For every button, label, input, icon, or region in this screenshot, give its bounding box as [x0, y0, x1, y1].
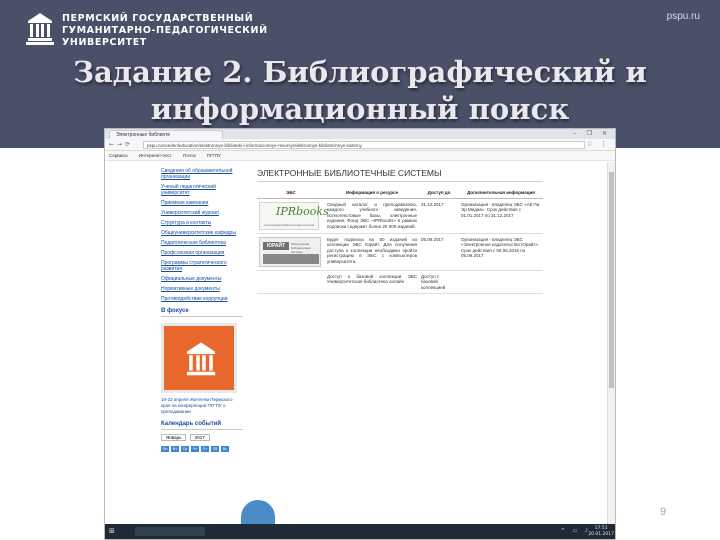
calendar-heading: Календарь событий [161, 421, 243, 430]
weekday-cell: Вс [221, 446, 229, 452]
windows-taskbar: ⊞ ^ ▭ ♪ 17:51 20.01.2017 [105, 524, 615, 539]
university-name-line: УНИВЕРСИТЕТ [62, 37, 147, 48]
focus-news-link[interactable]: 19-23 апреля Жителям Пермского края на к… [161, 397, 243, 415]
access-cell: 05.06.2017 [419, 233, 459, 271]
weekday-cell: Вт [171, 446, 179, 452]
table-row: ЮРАЙТ Электронная библиотечная система Б… [257, 233, 543, 271]
weekday-cell: Пн [161, 446, 169, 452]
table-row: IPRbooks электронная библиотечная систем… [257, 198, 543, 234]
slide-header: ПЕРМСКИЙ ГОСУДАРСТВЕННЫЙ ГУМАНИТАРНО-ПЕД… [0, 0, 720, 148]
sidebar-link[interactable]: Приемная кампания [161, 200, 243, 206]
taskbar-search[interactable] [135, 527, 205, 536]
browser-tab-bar: Электронные библиоте – ❐ ✕ [105, 129, 615, 139]
university-emblem-icon [186, 342, 216, 376]
start-button-icon[interactable]: ⊞ [109, 527, 121, 535]
sidebar-link[interactable]: Официальные документы [161, 276, 243, 282]
browser-menu-icon[interactable]: ⋮ [600, 140, 607, 148]
page-title: ЭЛЕКТРОННЫЕ БИБЛИОТЕЧНЫЕ СИСТЕМЫ [257, 168, 543, 182]
address-bar-row: ←→⟳ pspu.ru/sveden/education/elektronnye… [105, 139, 615, 151]
university-name: ПЕРМСКИЙ ГОСУДАРСТВЕННЫЙ ГУМАНИТАРНО-ПЕД… [62, 13, 268, 49]
column-header: Информация о ресурсе [325, 188, 419, 199]
focus-heading: В фокусе [161, 308, 243, 317]
site-address: pspu.ru [666, 11, 700, 22]
browser-tab[interactable]: Электронные библиоте [109, 130, 223, 139]
window-controls[interactable]: – ❐ ✕ [574, 130, 611, 137]
month-select[interactable]: Январь [161, 434, 187, 441]
sidebar-link[interactable]: Ученый педагогический университет [161, 184, 243, 196]
university-name-line: ГУМАНИТАРНО-ПЕДАГОГИЧЕСКИЙ [62, 25, 268, 36]
bookmark-item[interactable]: Почта [183, 153, 196, 158]
table-row: Доступ к базовой коллекции ЭБС Университ… [257, 270, 543, 294]
url-field[interactable]: pspu.ru/sveden/education/elektronnye-bib… [143, 141, 585, 149]
extra-info-cell: Организация - владелец ЭБС «Ай Пи Эр Мед… [459, 198, 543, 234]
main-column: ЭЛЕКТРОННЫЕ БИБЛИОТЕЧНЫЕ СИСТЕМЫ ЭБС Инф… [257, 168, 543, 294]
taskbar-clock[interactable]: 17:51 20.01.2017 [588, 526, 614, 537]
sidebar-link[interactable]: Общеуниверситетские кафедры [161, 230, 243, 236]
bookmark-item[interactable]: Сервисы [109, 153, 128, 158]
bookmarks-bar: Сервисы Интеренет-пост Почта ПГГПУ [105, 151, 615, 161]
ebs-logo-cell: ЮРАЙТ Электронная библиотечная система [257, 233, 325, 271]
slide-title: Задание 2. Библиографический и информаци… [0, 54, 720, 128]
access-cell: Доступ с базовой коллекцией [419, 270, 459, 294]
slide-title-line: информационный поиск [150, 92, 570, 126]
extra-info-cell: Организация - владелец ЭБС «Электронное … [459, 233, 543, 271]
iprbooks-logo[interactable]: IPRbooks электронная библиотечная систем… [259, 201, 329, 230]
back-forward-reload-icon[interactable]: ←→⟳ [109, 141, 133, 148]
sidebar-link[interactable]: Нормативные документы [161, 286, 243, 292]
sidebar-link[interactable]: Профсоюзная организация [161, 250, 243, 256]
iprbooks-logo-text: IPRbooks [276, 204, 329, 218]
urait-logo-text: ЮРАЙТ [263, 241, 289, 250]
column-header: Дополнительная информация [459, 188, 543, 199]
weekday-cell: Чт [191, 446, 199, 452]
column-header: Доступ до [419, 188, 459, 199]
slide: ПЕРМСКИЙ ГОСУДАРСТВЕННЫЙ ГУМАНИТАРНО-ПЕД… [0, 0, 720, 540]
weekday-cell: Ср [181, 446, 189, 452]
calendar-selectors: Январь 2017 [161, 434, 243, 441]
calendar-weekdays: Пн Вт Ср Чт Пт Сб Вс [161, 446, 243, 452]
resource-info-cell: Сводный каталог и преподавателю, каждого… [325, 198, 419, 234]
bookmark-item[interactable]: ПГГПУ [207, 153, 221, 158]
scrollbar-thumb[interactable] [609, 172, 614, 388]
sidebar-link[interactable]: Университетский журнал [161, 210, 243, 216]
focus-image[interactable] [161, 323, 237, 393]
column-header: ЭБС [257, 188, 325, 199]
weekday-cell: Пт [201, 446, 209, 452]
sidebar-link[interactable]: Противодействие коррупции [161, 296, 243, 302]
browser-screenshot: Электронные библиоте – ❐ ✕ ←→⟳ pspu.ru/s… [104, 128, 616, 540]
system-tray-icons[interactable]: ^ ▭ ♪ [561, 528, 591, 534]
slide-title-line: Задание 2. Библиографический и [73, 55, 647, 89]
slide-number: 9 [660, 506, 667, 518]
year-select[interactable]: 2017 [189, 434, 210, 441]
page-content: Сведения об образовательной организации … [105, 162, 615, 530]
ebs-logo-cell [257, 270, 325, 294]
bookmark-item[interactable]: Интеренет-пост [139, 153, 172, 158]
university-name-line: ПЕРМСКИЙ ГОСУДАРСТВЕННЫЙ [62, 13, 254, 24]
ebs-logo-cell: IPRbooks электронная библиотечная систем… [257, 198, 329, 234]
sidebar-link[interactable]: Структура и контакты [161, 220, 243, 226]
bookmark-star-icon[interactable]: ☆ [587, 140, 593, 148]
resource-info-cell: Доступ к базовой коллекции ЭБС Университ… [325, 270, 419, 294]
resource-info-cell: Будет подписка на 50 изданий из коллекци… [325, 233, 419, 271]
urait-logo-subtitle: Электронная библиотечная система [291, 241, 311, 254]
university-emblem-icon [26, 13, 54, 45]
clock-date: 20.01.2017 [588, 531, 614, 537]
sidebar-link[interactable]: Программы стратегического развития [161, 260, 243, 272]
sidebar: Сведения об образовательной организации … [161, 168, 243, 452]
ebs-table: ЭБС Информация о ресурсе Доступ до Допол… [257, 188, 543, 294]
iprbooks-logo-subtitle: электронная библиотечная система [264, 222, 315, 227]
sidebar-link[interactable]: Сведения об образовательной организации [161, 168, 243, 180]
urait-logo[interactable]: ЮРАЙТ Электронная библиотечная система [259, 236, 321, 267]
table-header-row: ЭБС Информация о ресурсе Доступ до Допол… [257, 188, 543, 199]
urait-logo-bar [263, 253, 319, 264]
access-cell: 31.12.2017 [419, 198, 459, 234]
scrollbar[interactable] [607, 162, 615, 526]
weekday-cell: Сб [211, 446, 219, 452]
extra-info-cell [459, 270, 543, 294]
sidebar-link[interactable]: Педагогическая библиотека [161, 240, 243, 246]
